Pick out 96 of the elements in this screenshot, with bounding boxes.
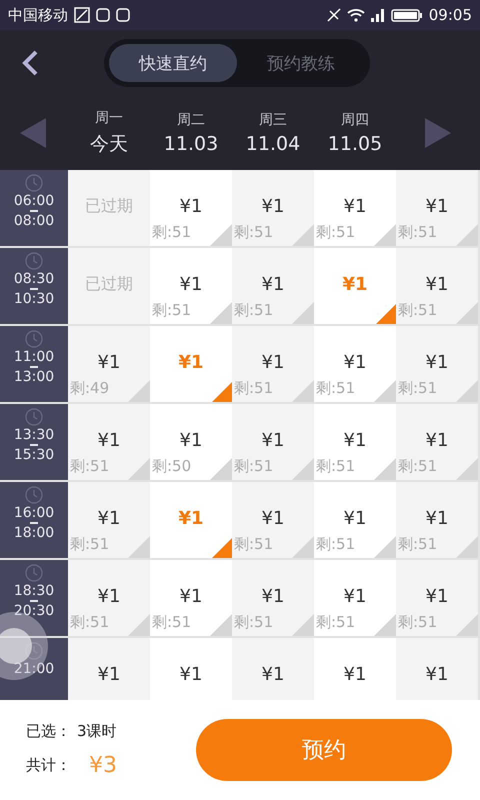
corner-triangle-icon — [376, 304, 396, 324]
selected-hours: 3课时 — [77, 722, 117, 741]
corner-triangle-icon — [374, 224, 396, 246]
end-time: 15:30 — [14, 447, 54, 463]
time-slot[interactable]: ¥1 剩:51 — [150, 560, 232, 636]
corner-triangle-icon — [212, 382, 232, 402]
start-time: 16:00 — [14, 505, 54, 521]
time-slot[interactable]: ¥1 剩:51 — [150, 170, 232, 246]
start-time: 11:00 — [14, 349, 54, 365]
carrier-name: 中国移动 — [8, 6, 68, 24]
time-slot[interactable]: ¥1 剩:51 — [314, 482, 396, 558]
time-slot[interactable]: ¥1 剩:51 — [314, 326, 396, 402]
clock-icon — [25, 486, 43, 504]
time-slot[interactable]: ¥1 — [150, 638, 232, 700]
time-slot[interactable]: ¥1 剩:51 — [232, 560, 314, 636]
clock-icon — [25, 408, 43, 426]
time-slot[interactable]: ¥1 剩:51 — [232, 404, 314, 480]
time-slot[interactable]: ¥1 剩:51 — [232, 248, 314, 324]
corner-triangle-icon — [210, 302, 232, 324]
date-label: 今天 — [90, 132, 128, 157]
time-slot[interactable]: ¥1 剩:51 — [150, 248, 232, 324]
corner-triangle-icon — [128, 458, 150, 480]
time-slot[interactable]: ¥1 — [314, 638, 396, 700]
start-time: 13:30 — [14, 427, 54, 443]
app-notification-icon — [96, 8, 110, 22]
time-slot[interactable]: ¥1 剩:51 — [314, 560, 396, 636]
time-slot[interactable]: ¥1 剩:51 — [396, 170, 478, 246]
corner-triangle-icon — [292, 458, 314, 480]
date-label: 11.03 — [164, 133, 218, 155]
clock-icon — [25, 564, 43, 582]
corner-triangle-icon — [292, 536, 314, 558]
clock-icon — [25, 252, 43, 270]
app-notification-icon — [116, 8, 130, 22]
time-slot[interactable]: ¥1 剩:51 — [232, 326, 314, 402]
end-time: 18:00 — [14, 525, 54, 541]
start-time: 08:30 — [14, 271, 54, 287]
battery-icon — [390, 8, 423, 22]
corner-triangle-icon — [210, 224, 232, 246]
time-slot[interactable]: ¥1 剩:51 — [396, 560, 478, 636]
selected-label: 已选： — [26, 722, 71, 741]
clock-icon — [25, 330, 43, 348]
time-slot[interactable]: ¥1 剩:50 — [150, 404, 232, 480]
expired-slot: 已过期 — [68, 170, 150, 246]
date-label: 11.04 — [246, 133, 300, 155]
corner-triangle-icon — [374, 614, 396, 636]
end-time: 08:00 — [14, 213, 54, 229]
time-slot[interactable]: ¥1 剩:51 — [314, 170, 396, 246]
time-slot[interactable]: ¥1 剩:51 — [396, 248, 478, 324]
weekday-label: 周四 — [341, 111, 369, 129]
time-slot[interactable]: ¥1 — [232, 638, 314, 700]
corner-triangle-icon — [292, 614, 314, 636]
end-time: 13:00 — [14, 369, 54, 385]
total-price: ¥3 — [89, 753, 117, 778]
signal-icon — [370, 8, 385, 22]
corner-triangle-icon — [212, 538, 232, 558]
expired-slot: 已过期 — [68, 248, 150, 324]
time-slot[interactable]: ¥1 剩:51 — [396, 326, 478, 402]
clock-time: 09:05 — [428, 6, 472, 24]
time-slot[interactable]: ¥1 剩:51 — [68, 482, 150, 558]
time-slot[interactable]: ¥1 剩:51 — [314, 404, 396, 480]
corner-triangle-icon — [374, 380, 396, 402]
total-label: 共计： — [26, 756, 71, 775]
end-time: 20:30 — [14, 603, 54, 619]
time-slot[interactable]: ¥1 剩:51 — [396, 482, 478, 558]
clock-icon — [25, 174, 43, 192]
corner-triangle-icon — [128, 536, 150, 558]
time-slot[interactable]: ¥1 — [396, 638, 478, 700]
weekday-label: 周三 — [259, 111, 287, 129]
corner-triangle-icon — [210, 458, 232, 480]
segment-tab[interactable]: 快速直约 — [109, 44, 237, 82]
date-label: 11.05 — [328, 133, 382, 155]
weekday-label: 周一 — [95, 109, 123, 127]
corner-triangle-icon — [292, 302, 314, 324]
corner-triangle-icon — [128, 614, 150, 636]
start-time: 21:00 — [14, 661, 54, 677]
mute-icon — [326, 8, 341, 22]
weekday-label: 周二 — [177, 111, 205, 129]
start-time: 06:00 — [14, 193, 54, 209]
corner-triangle-icon — [210, 614, 232, 636]
start-time: 18:30 — [14, 583, 54, 599]
time-slot[interactable]: ¥1 剩:51 — [232, 482, 314, 558]
time-slot[interactable]: ¥1 剩:51 — [396, 404, 478, 480]
time-slot[interactable]: ¥1 剩:51 — [68, 404, 150, 480]
end-time: 10:30 — [14, 291, 54, 307]
time-slot[interactable]: ¥1 剩:49 — [68, 326, 150, 402]
wifi-icon — [346, 8, 365, 22]
time-slot[interactable]: ¥1 — [68, 638, 150, 700]
corner-triangle-icon — [374, 458, 396, 480]
corner-triangle-icon — [292, 224, 314, 246]
corner-triangle-icon — [374, 536, 396, 558]
corner-triangle-icon — [292, 380, 314, 402]
back-icon[interactable] — [20, 49, 40, 77]
time-slot[interactable]: ¥1 剩:51 — [68, 560, 150, 636]
time-slot[interactable]: ¥1 剩:51 — [232, 170, 314, 246]
corner-triangle-icon — [128, 380, 150, 402]
image-notification-icon — [74, 7, 90, 23]
